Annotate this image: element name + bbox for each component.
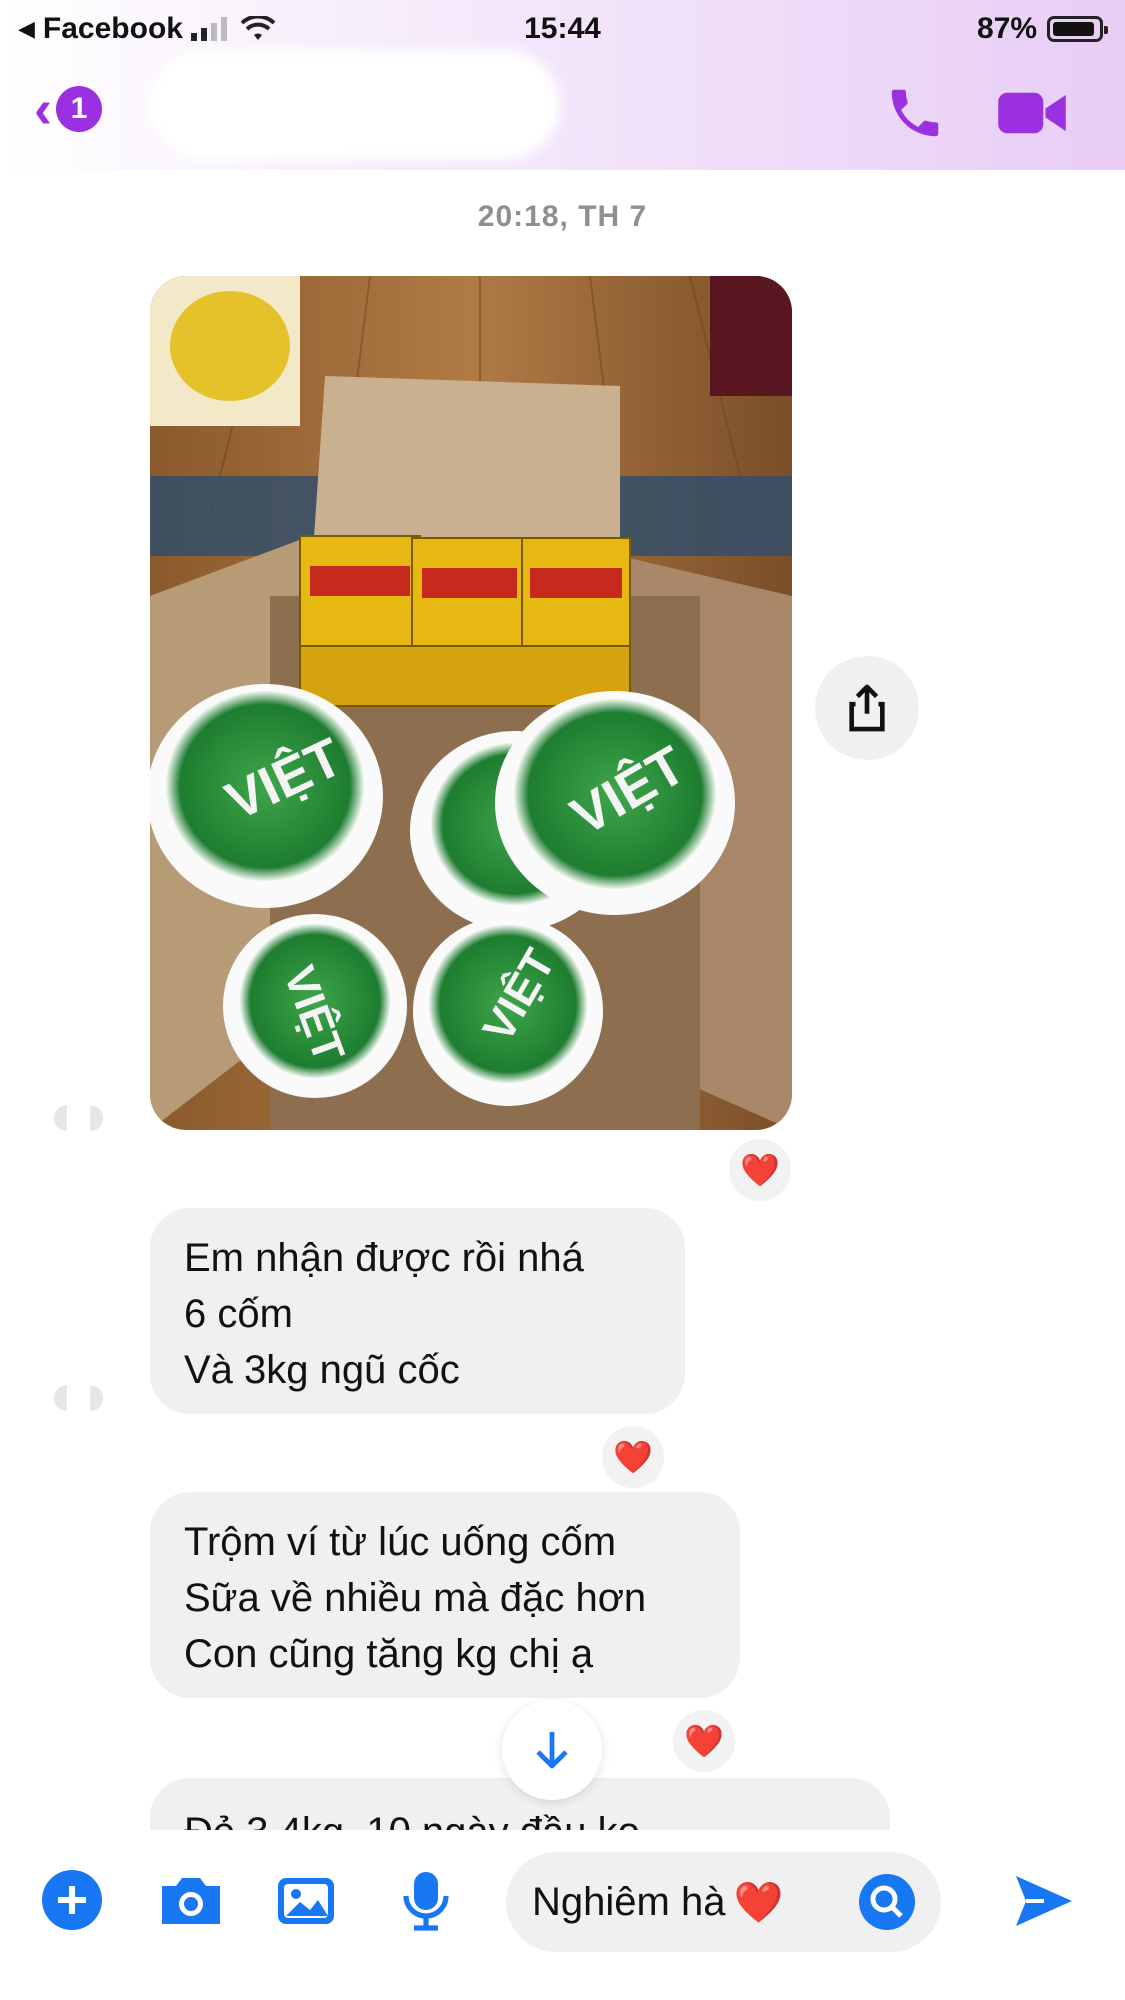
status-bar: ◀ Facebook 15:44 87% bbox=[0, 10, 1125, 54]
search-icon[interactable] bbox=[857, 1872, 917, 1932]
heart-reaction-icon[interactable]: ❤️ bbox=[670, 1707, 738, 1775]
message-line: 6 cốm bbox=[184, 1292, 293, 1336]
back-button[interactable]: ‹ 1 bbox=[34, 82, 102, 136]
chat-header: ‹ 1 bbox=[0, 50, 1125, 160]
camera-icon[interactable] bbox=[156, 1868, 226, 1932]
video-call-icon[interactable] bbox=[996, 86, 1068, 140]
message-input[interactable]: Nghiêm hà ❤️ bbox=[506, 1852, 941, 1952]
message-line: Con cũng tăng kg chị ạ bbox=[184, 1632, 594, 1676]
scroll-to-bottom-button[interactable] bbox=[502, 1700, 602, 1800]
message-bubble[interactable]: Em nhận được rồi nhá 6 cốm Và 3kg ngũ cố… bbox=[150, 1208, 685, 1414]
phone-icon[interactable] bbox=[884, 82, 946, 144]
heart-emoji: ❤️ bbox=[733, 1880, 784, 1925]
status-right: 87% bbox=[976, 12, 1108, 46]
message-line: Em nhận được rồi nhá bbox=[184, 1236, 584, 1280]
message-input-text: Nghiêm hà bbox=[532, 1879, 726, 1924]
battery-percent: 87% bbox=[976, 12, 1037, 45]
heart-reaction-icon[interactable]: ❤️ bbox=[726, 1136, 794, 1204]
chevron-left-icon: ‹ bbox=[34, 79, 52, 139]
message-line: Trộm ví từ lúc uống cốm bbox=[184, 1520, 617, 1564]
share-button[interactable] bbox=[815, 656, 919, 760]
message-bubble[interactable]: Trộm ví từ lúc uống cốm Sữa về nhiều mà … bbox=[150, 1492, 740, 1698]
unread-badge: 1 bbox=[55, 86, 102, 132]
arrow-down-icon bbox=[536, 1732, 568, 1769]
share-icon bbox=[849, 684, 885, 732]
seen-avatar-placeholder: ◖◗ bbox=[42, 1361, 115, 1428]
photo-message[interactable]: VIỆT VIỆT VIỆT VIỆT bbox=[150, 276, 792, 1130]
seen-avatar-placeholder: ◖◗ bbox=[42, 1081, 115, 1148]
battery-icon bbox=[1047, 16, 1108, 42]
composer-bar: Nghiêm hà ❤️ bbox=[0, 1830, 1125, 2000]
microphone-icon[interactable] bbox=[398, 1868, 454, 1932]
message-line: Và 3kg ngũ cốc bbox=[184, 1348, 460, 1392]
redacted-contact-name[interactable] bbox=[150, 50, 560, 160]
photo-image: VIỆT VIỆT VIỆT VIỆT bbox=[150, 276, 792, 1130]
message-line: Sữa về nhiều mà đặc hơn bbox=[184, 1576, 647, 1620]
plus-icon[interactable] bbox=[40, 1868, 104, 1932]
top-bar: ◀ Facebook 15:44 87% ‹ 1 bbox=[0, 0, 1125, 170]
gallery-icon[interactable] bbox=[274, 1868, 338, 1932]
status-time: 15:44 bbox=[524, 12, 601, 45]
send-icon[interactable] bbox=[1012, 1872, 1076, 1930]
message-timestamp: 20:18, TH 7 bbox=[477, 200, 648, 233]
heart-reaction-icon[interactable]: ❤️ bbox=[599, 1423, 667, 1491]
